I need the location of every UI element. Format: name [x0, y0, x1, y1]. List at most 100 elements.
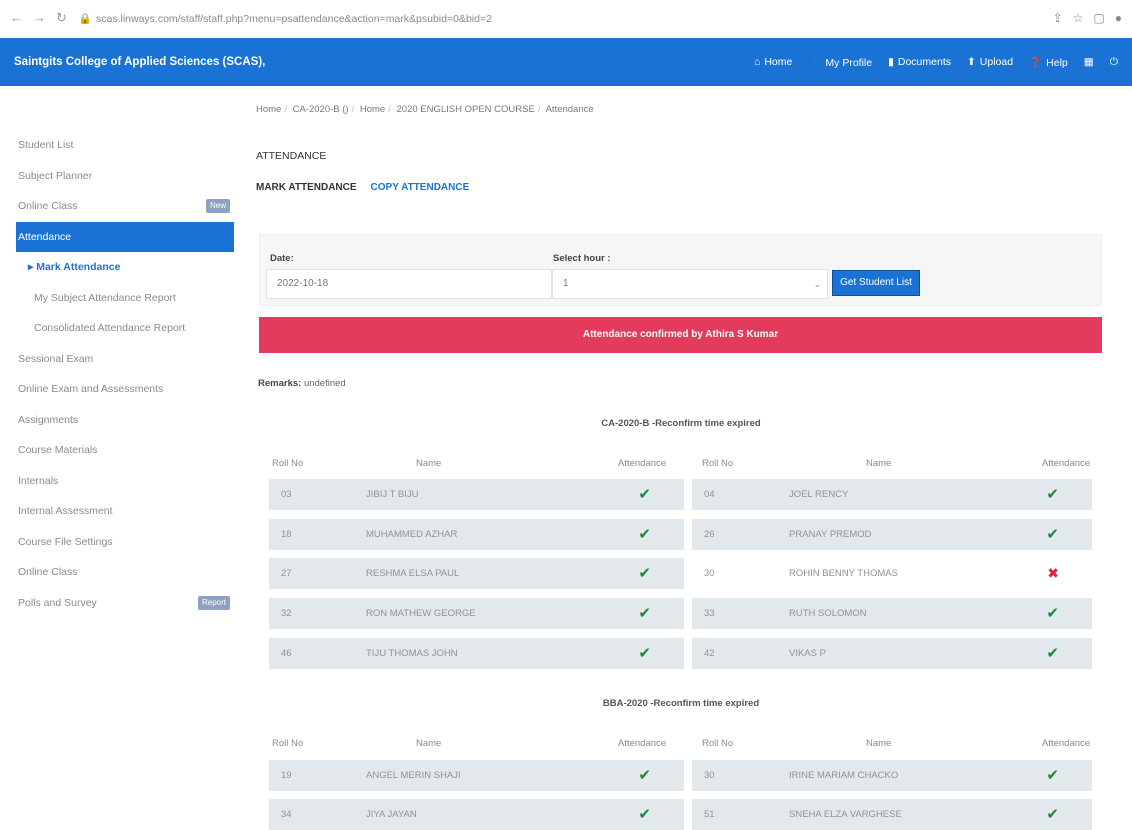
table-row: 42 VIKAS P ✔	[692, 638, 1092, 669]
sidebar-item-online-class[interactable]: Online Class New	[0, 191, 240, 222]
present-check-icon[interactable]: ✔	[1046, 519, 1059, 550]
report-badge: Report	[197, 595, 230, 610]
table-row: 46 TIJU THOMAS JOHN ✔	[269, 638, 684, 669]
breadcrumb: Home / CA-2020-B () / Home/ 2020 ENGLISH O…	[256, 104, 594, 115]
sidebar: Student List Subject Planner Online Clas…	[0, 130, 240, 618]
present-check-icon[interactable]: ✔	[638, 479, 651, 510]
col-header-attendance: Attendance	[1042, 738, 1091, 749]
new-badge: New	[205, 199, 230, 213]
present-check-icon[interactable]: ✔	[638, 760, 651, 791]
sidebar-item-subject-planner[interactable]: Subject Planner	[0, 161, 240, 192]
attendance-tabs: MARK ATTENDANCE COPY ATTENDANCE	[256, 182, 1106, 193]
breadcrumb-batch[interactable]: CA-2020-B ()	[293, 104, 349, 115]
present-check-icon[interactable]: ✔	[1046, 598, 1059, 629]
profile-icon[interactable]: ●	[1115, 11, 1122, 25]
present-check-icon[interactable]: ✔	[638, 799, 651, 830]
reload-icon[interactable]: ↻	[56, 10, 67, 26]
hour-select[interactable]: 1 ⌄	[552, 269, 828, 299]
sidebar-item-online-class-2[interactable]: Online Class	[0, 557, 240, 588]
sidebar-item-attendance[interactable]: Attendance	[16, 221, 234, 252]
sidebar-item-course-file-settings[interactable]: Course File Settings	[0, 527, 240, 558]
grid-menu-icon[interactable]: ▦	[1084, 56, 1094, 68]
my-profile-link[interactable]: 👤 My Profile	[808, 56, 872, 69]
breadcrumb-course[interactable]: 2020 ENGLISH OPEN COURSE	[397, 104, 535, 115]
sidebar-item-consolidated-report[interactable]: Consolidated Attendance Report	[0, 313, 240, 344]
sidebar-item-student-list[interactable]: Student List	[0, 130, 240, 161]
chevron-down-icon: ⌄	[813, 279, 821, 289]
upload-link[interactable]: ⬆ Upload	[967, 56, 1013, 68]
back-icon[interactable]: ←	[10, 10, 23, 26]
sidebar-item-course-materials[interactable]: Course Materials	[0, 435, 240, 466]
table-row: 30 ROHIN BENNY THOMAS ✖	[692, 558, 1092, 589]
present-check-icon[interactable]: ✔	[1046, 760, 1059, 791]
table-row: 32 RON MATHEW GEORGE ✔	[269, 598, 684, 629]
absent-cross-icon[interactable]: ✖	[1047, 558, 1059, 589]
main-content: Home / CA-2020-B () / Home/ 2020 ENGLISH O…	[256, 96, 1106, 830]
col-header-roll: Roll No	[702, 458, 734, 469]
hour-label: Select hour :	[553, 253, 611, 264]
col-header-name: Name	[416, 738, 442, 749]
section-title: CA-2020-B -Reconfirm time expired	[601, 418, 761, 429]
attendance-filter-form: Date: 2022-10-18 Select hour : 1 ⌄ Get St…	[259, 234, 1102, 306]
table-row: 51 SNEHA ELZA VARGHESE ✔	[692, 799, 1092, 830]
help-link[interactable]: ❓ Help	[1029, 56, 1068, 69]
get-student-list-button[interactable]: Get Student List	[832, 270, 920, 296]
col-header-attendance: Attendance	[618, 738, 667, 749]
page-title: ATTENDANCE	[256, 150, 327, 162]
col-header-roll: Roll No	[272, 458, 304, 469]
col-header-roll: Roll No	[702, 738, 734, 749]
app-header: Saintgits College of Applied Sciences (S…	[0, 38, 1132, 86]
sidebar-item-sessional-exam[interactable]: Sessional Exam	[0, 344, 240, 375]
power-icon[interactable]: ⏻	[1110, 56, 1118, 69]
home-icon: ⌂	[753, 56, 761, 68]
lock-icon: 🔒	[78, 12, 92, 25]
breadcrumb-home[interactable]: Home	[256, 104, 281, 115]
table-row: 26 PRANAY PREMOD ✔	[692, 519, 1092, 550]
sidebar-item-subject-attendance-report[interactable]: My Subject Attendance Report	[0, 283, 240, 314]
table-row: 19 ANGEL MERIN SHAJI ✔	[269, 760, 684, 791]
breadcrumb-attendance: Attendance	[545, 104, 594, 115]
present-check-icon[interactable]: ✔	[638, 638, 651, 669]
present-check-icon[interactable]: ✔	[638, 558, 651, 589]
tab-copy-attendance[interactable]: COPY ATTENDANCE	[371, 182, 470, 193]
present-check-icon[interactable]: ✔	[638, 598, 651, 629]
sidebar-item-internals[interactable]: Internals	[0, 466, 240, 497]
section-title: BBA-2020 -Reconfirm time expired	[602, 698, 760, 709]
star-icon[interactable]: ☆	[1073, 11, 1084, 25]
table-row: 34 JIYA JAYAN ✔	[269, 799, 684, 830]
sidebar-item-assignments[interactable]: Assignments	[0, 405, 240, 436]
documents-link[interactable]: ▮ Documents	[888, 56, 951, 68]
browser-toolbar: ← → ↻ 🔒 scas.linways.com/staff/staff.php?…	[0, 0, 1132, 36]
sidebar-item-polls-survey[interactable]: Polls and Survey Report	[0, 588, 240, 619]
col-header-roll: Roll No	[272, 738, 304, 749]
header-menu: ⌂ Home 👤 My Profile ▮ Documents ⬆ Upload ❓ He…	[754, 56, 1118, 69]
col-header-attendance: Attendance	[1042, 458, 1091, 469]
help-icon: ❓	[1029, 56, 1043, 69]
share-icon[interactable]: ⇪	[1053, 11, 1063, 25]
table-row: 30 IRINE MARIAM CHACKO ✔	[692, 760, 1092, 791]
tab-mark-attendance[interactable]: MARK ATTENDANCE	[256, 182, 357, 193]
browser-actions: ⇪ ☆ ▢ ●	[1053, 11, 1122, 25]
col-header-name: Name	[866, 738, 892, 749]
present-check-icon[interactable]: ✔	[638, 519, 651, 550]
confirmation-alert: Attendance confirmed by Athira S Kumar	[259, 317, 1102, 353]
present-check-icon[interactable]: ✔	[1046, 799, 1059, 830]
remarks: Remarks: undefined	[258, 378, 346, 389]
window-icon[interactable]: ▢	[1093, 11, 1104, 25]
document-icon: ▮	[888, 56, 894, 68]
date-field[interactable]: 2022-10-18	[266, 269, 552, 299]
sidebar-item-mark-attendance[interactable]: ▸ Mark Attendance	[0, 252, 240, 283]
breadcrumb-home-2[interactable]: Home	[360, 104, 385, 115]
sidebar-item-internal-assessment[interactable]: Internal Assessment	[0, 496, 240, 527]
address-bar[interactable]: 🔒 scas.linways.com/staff/staff.php?menu=p…	[79, 12, 1053, 25]
forward-icon[interactable]: →	[33, 10, 46, 26]
sidebar-item-online-exam[interactable]: Online Exam and Assessments	[0, 374, 240, 405]
table-row: 33 RUTH SOLOMON ✔	[692, 598, 1092, 629]
present-check-icon[interactable]: ✔	[1046, 479, 1059, 510]
user-icon: 👤	[808, 56, 822, 69]
table-row: 27 RESHMA ELSA PAUL ✔	[269, 558, 684, 589]
brand-title: Saintgits College of Applied Sciences (S…	[14, 56, 266, 68]
table-row: 03 JIBIJ T BIJU ✔	[269, 479, 684, 510]
present-check-icon[interactable]: ✔	[1046, 638, 1059, 669]
home-link[interactable]: ⌂ Home	[754, 56, 792, 68]
